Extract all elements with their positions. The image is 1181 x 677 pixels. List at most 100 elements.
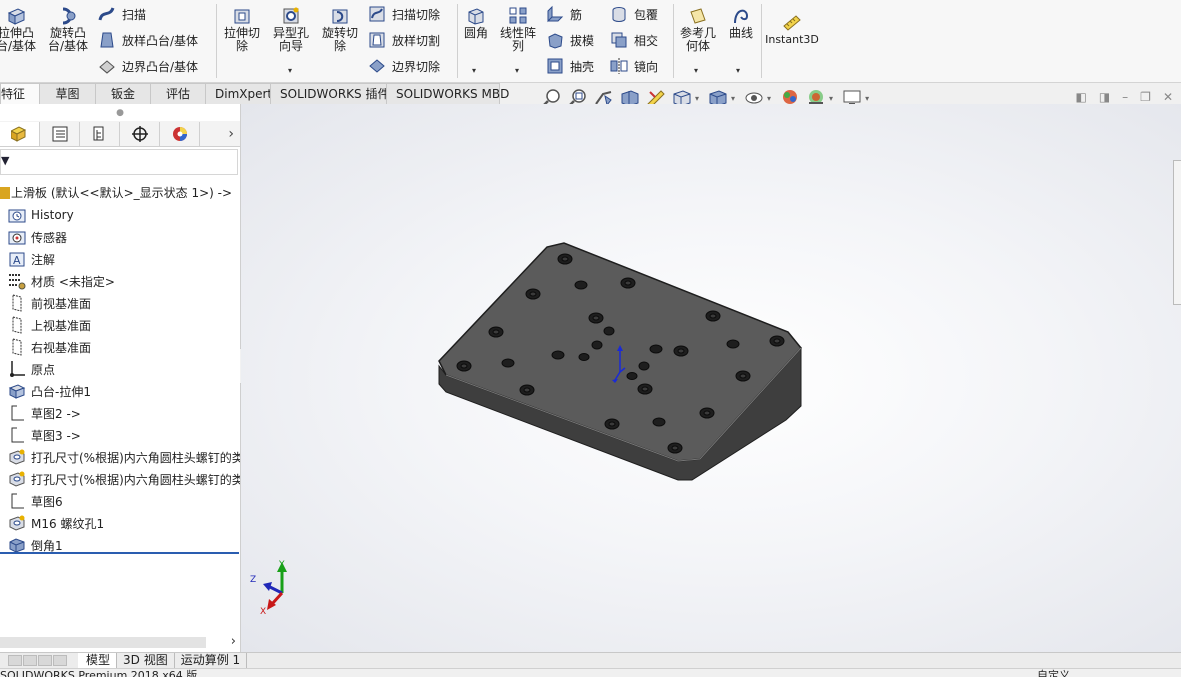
- loft-boss-button[interactable]: 放样凸台/基体: [98, 30, 198, 50]
- extrude-boss-button[interactable]: 拉伸凸 台/基体: [0, 6, 38, 53]
- hole-wizard-dropdown-icon[interactable]: ▾: [288, 66, 292, 75]
- mirror-button[interactable]: 镜向: [610, 56, 658, 76]
- tree-item-sensors[interactable]: 传感器: [0, 226, 240, 248]
- lofted-cut-button[interactable]: 放样切割: [368, 30, 440, 50]
- tab-evaluate[interactable]: 评估: [150, 83, 206, 104]
- tab-3d-views[interactable]: 3D 视图: [117, 653, 175, 668]
- tile-right-icon[interactable]: ◨: [1099, 90, 1110, 104]
- tree-item-front-plane[interactable]: 前视基准面: [0, 292, 240, 314]
- wrap-icon: [612, 7, 626, 22]
- part-model-view: [263, 242, 802, 610]
- more-tabs-chevron-icon[interactable]: ›: [228, 126, 234, 142]
- tree-item-right-plane[interactable]: 右视基准面: [0, 336, 240, 358]
- reference-geometry-dropdown-icon[interactable]: ▾: [694, 66, 698, 75]
- tree-horizontal-scrollbar[interactable]: ›: [0, 634, 240, 650]
- display-style-dropdown-icon[interactable]: ▾: [731, 94, 735, 103]
- tree-item-sketch3[interactable]: 草图3 ->: [0, 424, 240, 446]
- tab-features[interactable]: 特征: [0, 83, 40, 104]
- boundary-boss-button[interactable]: 边界凸台/基体: [98, 56, 198, 76]
- boss-extrude-icon: [7, 382, 26, 400]
- curves-button[interactable]: 曲线: [724, 6, 758, 40]
- hole-wizard-icon: [283, 7, 299, 24]
- tab-solidworks-addins[interactable]: SOLIDWORKS 插件: [270, 83, 389, 104]
- shell-icon: [547, 58, 563, 74]
- tree-item-m16-tapped-hole1[interactable]: M16 螺纹孔1: [0, 512, 240, 534]
- feature-manager-tab[interactable]: [0, 121, 40, 146]
- instant3d-icon: [783, 15, 801, 31]
- tree-item-annotations[interactable]: A 注解: [0, 248, 240, 270]
- fillet-dropdown-icon[interactable]: ▾: [472, 66, 476, 75]
- close-icon[interactable]: ✕: [1163, 90, 1173, 104]
- tree-item-sketch2[interactable]: 草图2 ->: [0, 402, 240, 424]
- curves-dropdown-icon[interactable]: ▾: [736, 66, 740, 75]
- tree-item-top-plane[interactable]: 上视基准面: [0, 314, 240, 336]
- status-bar: SOLIDWORKS Premium 2018 x64 版 自定义: [0, 668, 1181, 677]
- scrollbar-thumb[interactable]: [0, 637, 206, 648]
- dimxpert-manager-tab[interactable]: [120, 121, 160, 146]
- prev-tab-arrow-icon[interactable]: [23, 655, 37, 666]
- sweep-icon: [98, 7, 115, 21]
- revolve-boss-button[interactable]: 旋转凸 台/基体: [44, 6, 92, 53]
- apply-scene-dropdown-icon[interactable]: ▾: [829, 94, 833, 103]
- boundary-cut-button[interactable]: 边界切除: [368, 56, 440, 76]
- tree-item-sketch6[interactable]: 草图6: [0, 490, 240, 512]
- first-tab-arrow-icon[interactable]: [8, 655, 22, 666]
- tab-sketch[interactable]: 草图: [39, 83, 96, 104]
- draft-button[interactable]: 拔模: [546, 30, 594, 50]
- tab-scroll-arrows[interactable]: [0, 655, 78, 666]
- status-units[interactable]: 自定义: [1037, 669, 1070, 677]
- view-orientation-dropdown-icon[interactable]: ▾: [695, 94, 699, 103]
- tab-solidworks-mbd[interactable]: SOLIDWORKS MBD: [386, 83, 509, 104]
- configuration-manager-icon: [93, 126, 103, 140]
- tree-item-origin[interactable]: 原点: [0, 358, 240, 380]
- revolve-cut-button[interactable]: 旋转切 除: [318, 6, 362, 53]
- property-manager-tab[interactable]: [40, 121, 80, 146]
- tree-item-material[interactable]: 材质 <未指定>: [0, 270, 240, 292]
- tab-sheet-metal[interactable]: 钣金: [95, 83, 151, 104]
- sweep-button[interactable]: 扫描: [98, 4, 146, 24]
- task-pane-tabs[interactable]: [1173, 160, 1181, 305]
- linear-pattern-button[interactable]: 线性阵 列: [497, 6, 539, 53]
- sketch-icon: [7, 404, 26, 422]
- linear-pattern-dropdown-icon[interactable]: ▾: [515, 66, 519, 75]
- status-app-name: SOLIDWORKS Premium 2018 x64 版: [0, 669, 198, 677]
- extrude-cut-button[interactable]: 拉伸切 除: [220, 6, 264, 53]
- tab-model[interactable]: 模型: [78, 653, 118, 668]
- scroll-right-chevron-icon[interactable]: ›: [231, 634, 236, 649]
- tab-motion-study-1[interactable]: 运动算例 1: [175, 653, 248, 668]
- tree-root-part[interactable]: 上滑板 (默认<<默认>_显示状态 1>) ->: [0, 182, 240, 204]
- tree-item-hole-wizard2[interactable]: 打孔尺寸(%根据)内六角圆柱头螺钉的类: [0, 468, 240, 490]
- restore-icon[interactable]: ❐: [1140, 90, 1151, 104]
- next-tab-arrow-icon[interactable]: [38, 655, 52, 666]
- minimize-icon[interactable]: –: [1122, 90, 1128, 104]
- reference-geometry-button[interactable]: 参考几 何体: [676, 6, 720, 53]
- panel-grip[interactable]: ●: [0, 104, 240, 121]
- rollback-bar[interactable]: [0, 552, 239, 554]
- tree-item-boss-extrude1[interactable]: 凸台-拉伸1: [0, 380, 240, 402]
- hole-wizard-button[interactable]: 异型孔 向导: [268, 6, 314, 53]
- triad-x-label: X: [260, 607, 267, 617]
- linear-pattern-icon: [509, 7, 527, 24]
- display-manager-tab[interactable]: [160, 121, 200, 146]
- configuration-manager-tab[interactable]: [80, 121, 120, 146]
- instant3d-button[interactable]: Instant3D: [764, 12, 820, 46]
- fillet-button[interactable]: 圆角: [460, 6, 492, 40]
- shell-button[interactable]: 抽壳: [546, 56, 594, 76]
- wrap-button[interactable]: 包覆: [610, 4, 658, 24]
- hide-show-dropdown-icon[interactable]: ▾: [767, 94, 771, 103]
- tab-dimxpert[interactable]: DimXpert: [205, 83, 272, 104]
- tree-filter-field[interactable]: ▼: [0, 149, 238, 175]
- tree-item-history[interactable]: History: [0, 204, 240, 226]
- rib-button[interactable]: 筋: [546, 4, 582, 24]
- last-tab-arrow-icon[interactable]: [53, 655, 67, 666]
- tile-left-icon[interactable]: ◧: [1075, 90, 1086, 104]
- hole-wizard-icon: [7, 470, 26, 488]
- tree-item-hole-wizard1[interactable]: 打孔尺寸(%根据)内六角圆柱头螺钉的类: [0, 446, 240, 468]
- svg-text:A: A: [13, 254, 21, 267]
- graphics-area[interactable]: Y Z X: [241, 104, 1181, 652]
- swept-cut-button[interactable]: 扫描切除: [368, 4, 440, 24]
- ribbon-separator: [761, 4, 762, 78]
- fillet-icon: [468, 8, 484, 25]
- view-settings-dropdown-icon[interactable]: ▾: [865, 94, 869, 103]
- intersect-button[interactable]: 相交: [610, 30, 658, 50]
